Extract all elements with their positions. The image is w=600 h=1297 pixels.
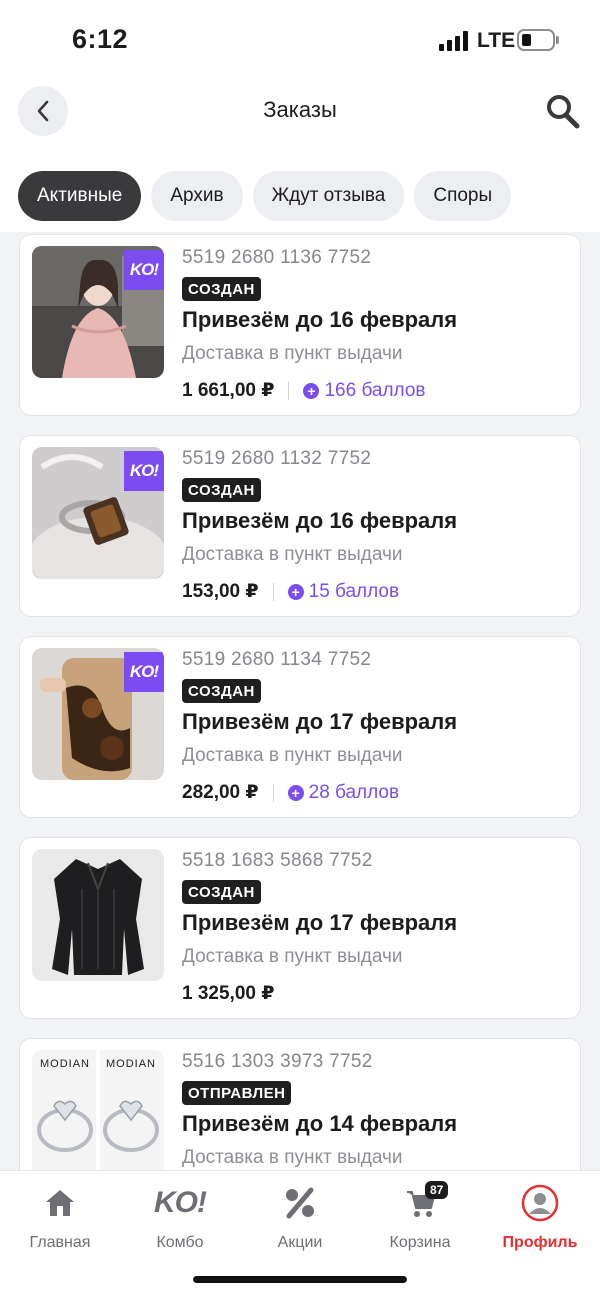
- delivery-type: Доставка в пункт выдачи: [182, 544, 403, 565]
- order-price: 1 325,00 ₽: [182, 983, 275, 1004]
- ko-badge: KO!: [124, 250, 164, 290]
- product-image: KO!: [32, 246, 164, 378]
- product-image: MODIAN MODIAN: [32, 1050, 164, 1170]
- order-number: 5519 2680 1134 7752: [182, 649, 372, 670]
- profile-icon: [480, 1183, 600, 1223]
- order-card[interactable]: KO! 5519 2680 1136 7752 СОЗДАН Привезём …: [19, 234, 581, 416]
- points: + 166 баллов: [303, 379, 426, 402]
- order-price: 153,00 ₽: [182, 581, 259, 602]
- order-card[interactable]: KO! 5519 2680 1132 7752 СОЗДАН Привезём …: [19, 435, 581, 617]
- order-number: 5516 1303 3973 7752: [182, 1051, 373, 1072]
- price-row: 153,00 ₽ + 15 баллов: [182, 580, 399, 603]
- status-badge: ОТПРАВЛЕН: [182, 1081, 292, 1105]
- brand-label-right: MODIAN: [106, 1058, 156, 1070]
- delivery-type: Доставка в пункт выдачи: [182, 745, 403, 766]
- order-card[interactable]: MODIAN MODIAN 5516 1303 3973 7752 ОТПРАВ…: [19, 1038, 581, 1170]
- status-time: 6:12: [72, 24, 129, 54]
- search-button[interactable]: [543, 92, 583, 132]
- plus-circle-icon: +: [287, 583, 304, 600]
- product-image: KO!: [32, 648, 164, 780]
- status-badge: СОЗДАН: [182, 277, 261, 301]
- nav-label: Профиль: [502, 1234, 578, 1251]
- nav-label: Корзина: [389, 1234, 451, 1251]
- delivery-type: Доставка в пункт выдачи: [182, 1147, 403, 1168]
- divider: [288, 381, 290, 400]
- points-label: 28 баллов: [308, 781, 400, 803]
- delivery-date: Привезём до 17 февраля: [182, 910, 458, 935]
- tab-awaiting-review[interactable]: Ждут отзыва: [252, 171, 405, 221]
- delivery-type: Доставка в пункт выдачи: [182, 343, 403, 364]
- plus-circle-icon: +: [287, 784, 304, 801]
- order-tabs: Активные Архив Ждут отзыва Споры: [18, 171, 512, 221]
- nav-promotions[interactable]: Акции: [240, 1183, 360, 1252]
- price-row: 1 661,00 ₽ + 166 баллов: [182, 379, 426, 402]
- product-image: KO!: [32, 447, 164, 579]
- points-label: 166 баллов: [324, 379, 426, 401]
- home-indicator: [193, 1276, 407, 1283]
- delivery-date: Привезём до 17 февраля: [182, 709, 458, 734]
- delivery-date: Привезём до 16 февраля: [182, 508, 458, 533]
- points-label: 15 баллов: [308, 580, 400, 602]
- ko-logo-icon: KO!: [120, 1183, 240, 1223]
- price-row: 282,00 ₽ + 28 баллов: [182, 781, 399, 804]
- top-area: 6:12 LTE Заказы Активные Архив Ждут отзы…: [0, 0, 600, 232]
- cart-icon: 87: [360, 1181, 480, 1223]
- ko-badge: KO!: [124, 652, 164, 692]
- percent-icon: [240, 1183, 360, 1223]
- order-price: 282,00 ₽: [182, 782, 259, 803]
- signal-icon: [439, 31, 469, 51]
- status-badge: СОЗДАН: [182, 679, 261, 703]
- product-image: [32, 849, 164, 981]
- divider: [272, 783, 274, 802]
- order-price: 1 661,00 ₽: [182, 380, 275, 401]
- status-bar: 6:12 LTE: [0, 0, 600, 80]
- network-label: LTE: [477, 29, 516, 52]
- status-badge: СОЗДАН: [182, 478, 261, 502]
- order-number: 5519 2680 1132 7752: [182, 448, 372, 469]
- ko-logo-text: KO!: [154, 1186, 207, 1219]
- battery-tip: [556, 36, 559, 44]
- nav-label: Комбо: [156, 1234, 204, 1251]
- tab-archive[interactable]: Архив: [151, 171, 243, 221]
- home-icon: [0, 1183, 120, 1223]
- delivery-date: Привезём до 16 февраля: [182, 307, 458, 332]
- price-row: 1 325,00 ₽: [182, 982, 274, 1005]
- delivery-type: Доставка в пункт выдачи: [182, 946, 403, 967]
- plus-circle-icon: +: [303, 382, 320, 399]
- nav-profile[interactable]: Профиль: [480, 1183, 600, 1252]
- points: + 15 баллов: [287, 580, 400, 603]
- status-badge: СОЗДАН: [182, 880, 261, 904]
- nav-cart[interactable]: 87 Корзина: [360, 1181, 480, 1252]
- brand-label-left: MODIAN: [40, 1058, 90, 1070]
- page-title: Заказы: [263, 97, 337, 122]
- ko-badge: KO!: [124, 451, 164, 491]
- order-card[interactable]: KO! 5519 2680 1134 7752 СОЗДАН Привезём …: [19, 636, 581, 818]
- tab-disputes[interactable]: Споры: [414, 171, 512, 221]
- divider: [272, 582, 274, 601]
- nav-home[interactable]: Главная: [0, 1183, 120, 1252]
- orders-list[interactable]: KO! 5519 2680 1136 7752 СОЗДАН Привезём …: [0, 232, 600, 1170]
- nav-label: Акции: [277, 1234, 323, 1251]
- search-icon: [547, 95, 580, 129]
- order-number: 5518 1683 5868 7752: [182, 850, 373, 871]
- points: + 28 баллов: [287, 781, 400, 804]
- nav-combo[interactable]: KO! Комбо: [120, 1183, 240, 1252]
- delivery-date: Привезём до 14 февраля: [182, 1111, 458, 1136]
- order-number: 5519 2680 1136 7752: [182, 247, 372, 268]
- battery-icon: [517, 29, 555, 51]
- order-card[interactable]: 5518 1683 5868 7752 СОЗДАН Привезём до 1…: [19, 837, 581, 1019]
- tab-active[interactable]: Активные: [18, 171, 142, 221]
- cart-count-badge: 87: [425, 1181, 449, 1199]
- nav-label: Главная: [29, 1234, 91, 1251]
